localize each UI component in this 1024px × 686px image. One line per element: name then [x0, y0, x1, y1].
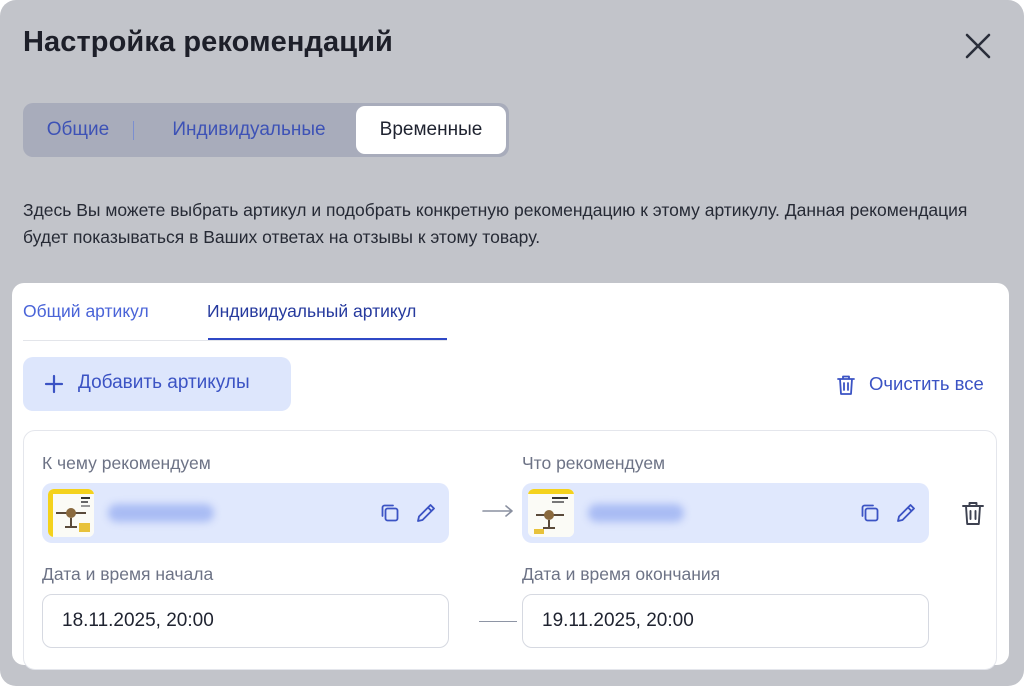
copy-icon[interactable]	[377, 500, 403, 526]
clear-all-label: Очистить все	[869, 373, 984, 394]
copy-icon[interactable]	[857, 500, 883, 526]
tab-temporary[interactable]: Временные	[356, 106, 506, 154]
source-label: К чему рекомендуем	[42, 453, 211, 473]
article-type-tabs: Общий артикул Индивидуальный артикул	[23, 283, 447, 341]
add-articles-button[interactable]: Добавить артикулы	[23, 357, 291, 411]
close-icon	[965, 33, 991, 59]
recommendation-rule-card: К чему рекомендуем Что рекомендуем Дата …	[23, 430, 997, 670]
target-label: Что рекомендуем	[522, 453, 666, 473]
product-thumbnail	[528, 489, 574, 537]
pencil-icon[interactable]	[893, 500, 919, 526]
start-datetime-label: Дата и время начала	[42, 564, 214, 584]
tab-individual-article[interactable]: Индивидуальный артикул	[207, 301, 416, 322]
article-number-hidden	[588, 504, 684, 522]
delete-rule-trash-icon[interactable]	[960, 499, 986, 527]
end-datetime-label: Дата и время окончания	[522, 564, 721, 584]
target-article-item[interactable]	[522, 483, 929, 543]
source-article-item[interactable]	[42, 483, 449, 543]
settings-tabs: Общие Индивидуальные Временные	[23, 103, 509, 157]
pencil-icon[interactable]	[413, 500, 439, 526]
tab-general[interactable]: Общие	[23, 103, 133, 157]
active-tab-indicator	[208, 338, 447, 340]
trash-icon	[837, 375, 855, 395]
plus-icon	[44, 374, 64, 394]
product-thumbnail	[48, 489, 94, 537]
start-datetime-field[interactable]: 18.11.2025, 20:00	[42, 594, 449, 648]
end-datetime-field[interactable]: 19.11.2025, 20:00	[522, 594, 929, 648]
recommendation-settings-dialog: Настройка рекомендаций Общие Индивидуаль…	[0, 0, 1024, 686]
articles-panel: Общий артикул Индивидуальный артикул Доб…	[12, 283, 1009, 670]
add-articles-label: Добавить артикулы	[78, 372, 250, 393]
dialog-title: Настройка рекомендаций	[23, 26, 393, 58]
close-button[interactable]	[958, 26, 998, 66]
tab-individual[interactable]: Индивидуальные	[134, 103, 364, 157]
range-separator	[479, 621, 517, 622]
tab-common-article[interactable]: Общий артикул	[23, 301, 149, 322]
description-text: Здесь Вы можете выбрать артикул и подобр…	[23, 200, 968, 247]
article-number-hidden	[108, 504, 214, 522]
arrow-right-icon	[482, 505, 513, 517]
